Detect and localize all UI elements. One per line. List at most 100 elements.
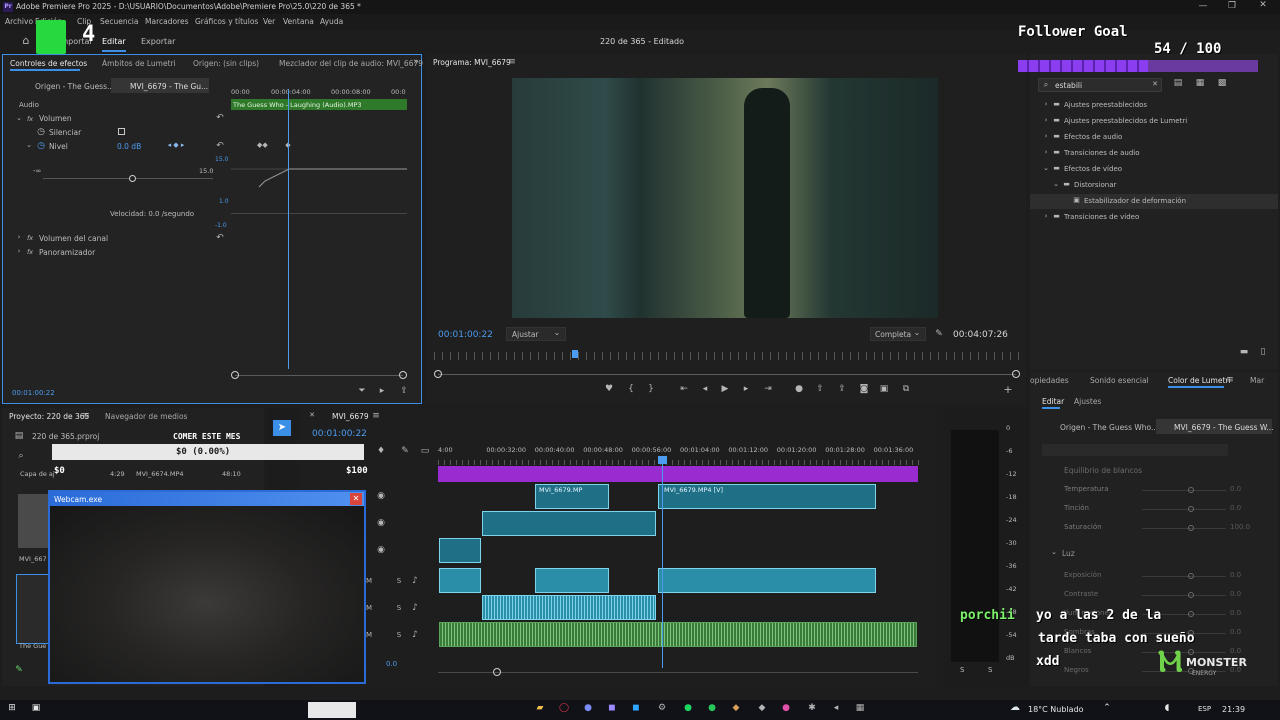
- menu-graficos[interactable]: Gráficos y títulos: [195, 17, 258, 26]
- app-icon[interactable]: ●: [780, 704, 792, 713]
- lumetri-slider-value[interactable]: 0.0: [1230, 504, 1241, 512]
- stopwatch-icon[interactable]: ◷: [37, 128, 45, 137]
- chevron-right-icon[interactable]: ›: [1042, 149, 1050, 156]
- pencil-icon[interactable]: ✎: [14, 666, 24, 675]
- program-timecode[interactable]: 00:01:00:22: [438, 330, 493, 340]
- effects-tree-item[interactable]: › ▬ Ajustes preestablecidos de Lumetri: [1030, 114, 1278, 129]
- reset-icon[interactable]: ↶: [215, 234, 225, 243]
- effects-search[interactable]: ⌕ estabili ✕: [1038, 78, 1162, 92]
- app-icon[interactable]: ▦: [854, 704, 866, 713]
- chevron-right-icon[interactable]: ›: [1042, 133, 1050, 140]
- snap-icon[interactable]: ♦: [376, 447, 386, 456]
- step-back-icon[interactable]: ◂: [700, 385, 710, 394]
- eye-icon[interactable]: ◉: [376, 546, 386, 555]
- audio-clip[interactable]: [658, 568, 876, 593]
- tab-exportar[interactable]: Exportar: [141, 37, 175, 46]
- quality-dropdown[interactable]: Completa ⌄: [870, 327, 926, 341]
- lumetri-slider-handle[interactable]: [1188, 525, 1194, 531]
- lumetri-slider-value[interactable]: 100.0: [1230, 523, 1250, 531]
- solo-icon[interactable]: S: [394, 632, 404, 639]
- purple-bar[interactable]: [438, 466, 918, 482]
- export-icon[interactable]: ⇪: [399, 387, 409, 396]
- menu-icon[interactable]: ≡: [508, 58, 516, 67]
- step-forward-icon[interactable]: ▸: [741, 385, 751, 394]
- new-folder-icon[interactable]: ▬: [1238, 348, 1250, 357]
- new-bin-icon[interactable]: ▤: [1172, 79, 1184, 88]
- tab-properties[interactable]: opiedades: [1030, 376, 1069, 385]
- yuv-icon[interactable]: ▩: [1216, 79, 1228, 88]
- tab-sequence[interactable]: MVI_6679: [332, 412, 369, 421]
- menu-icon[interactable]: ≡: [372, 412, 380, 421]
- multi-icon[interactable]: ⧉: [900, 385, 912, 394]
- music-clip[interactable]: [439, 622, 917, 647]
- whatsapp-icon[interactable]: ●: [706, 704, 718, 713]
- weather-text[interactable]: 18°C Nublado: [1028, 705, 1084, 714]
- mic-icon[interactable]: ♪: [410, 631, 420, 640]
- project-thumb-2[interactable]: [16, 574, 50, 644]
- stopwatch-icon[interactable]: ◷: [37, 142, 45, 151]
- effects-tree-item[interactable]: ⌄ ▬ Distorsionar: [1030, 178, 1278, 193]
- mark-out-icon[interactable]: }: [646, 385, 656, 394]
- wrench-icon[interactable]: ✎: [934, 330, 944, 339]
- chevron-down-icon[interactable]: ⌄: [15, 115, 23, 122]
- timeline-zoom-scroll[interactable]: [438, 672, 918, 673]
- eye-icon[interactable]: ◉: [376, 492, 386, 501]
- tab-lumetri-color[interactable]: Color de Lumetri: [1168, 376, 1231, 385]
- source-clip-selector[interactable]: Origen - The Guess...: [35, 82, 114, 91]
- ec-zoom-scroll[interactable]: [235, 375, 403, 376]
- lumetri-slider-handle[interactable]: [1188, 506, 1194, 512]
- go-to-out-icon[interactable]: ⇥: [762, 385, 774, 394]
- subtab-edit[interactable]: Editar: [1042, 397, 1064, 406]
- effects-tree-item[interactable]: ⌄ ▬ Efectos de vídeo: [1030, 162, 1278, 177]
- taskbar-search-box[interactable]: [308, 702, 356, 718]
- spotify-icon[interactable]: ●: [682, 704, 694, 713]
- linked-icon[interactable]: ✎: [400, 447, 410, 456]
- timeline-playhead-head[interactable]: [658, 456, 667, 464]
- mark-in-icon[interactable]: {: [626, 385, 636, 394]
- bypass-checkbox[interactable]: [118, 128, 125, 135]
- effects-tree-item[interactable]: › ▬ Transiciones de vídeo: [1030, 210, 1278, 225]
- chevron-down-icon[interactable]: ⌄: [1042, 165, 1050, 172]
- lumetri-slider-handle[interactable]: [1188, 592, 1194, 598]
- close-icon[interactable]: ✕: [308, 412, 316, 419]
- ec-timecode[interactable]: 00:01:00:22: [12, 389, 55, 397]
- timeline-zoom-handle[interactable]: [493, 668, 501, 676]
- task-view-icon[interactable]: ▣: [30, 704, 42, 713]
- effects-tree-item[interactable]: ▣ Estabilizador de deformación: [1030, 194, 1278, 209]
- menu-ventana[interactable]: Ventana: [283, 17, 314, 26]
- webcam-titlebar[interactable]: Webcam.exe ✕: [50, 492, 364, 506]
- marker-icon[interactable]: ♥: [604, 385, 614, 394]
- extract-icon[interactable]: ⇪: [836, 385, 848, 394]
- delete-icon[interactable]: ▯: [1258, 348, 1268, 357]
- fit-dropdown[interactable]: Ajustar ⌄: [506, 327, 566, 341]
- clock[interactable]: 21:39: [1222, 705, 1245, 714]
- reset-icon[interactable]: ↶: [215, 142, 225, 151]
- tab-project[interactable]: Proyecto: 220 de 365: [9, 412, 89, 421]
- close-icon[interactable]: ✕: [1256, 1, 1270, 10]
- program-zoom-scroll[interactable]: [438, 374, 1016, 375]
- tab-editar[interactable]: Editar: [102, 37, 126, 46]
- lumetri-slider-handle[interactable]: [1188, 573, 1194, 579]
- settings-icon[interactable]: ⚙: [656, 704, 668, 713]
- compare-icon[interactable]: ▣: [878, 385, 890, 394]
- tab-audio-clip-mixer[interactable]: Mezclador del clip de audio: MVI_6679: [279, 59, 423, 68]
- add-button-icon[interactable]: +: [1002, 384, 1014, 395]
- lumetri-slider-value[interactable]: 0.0: [1230, 590, 1241, 598]
- eye-icon[interactable]: ◉: [376, 519, 386, 528]
- discord-icon[interactable]: ●: [582, 704, 594, 713]
- lumetri-slider-track[interactable]: [1142, 595, 1226, 596]
- app-icon[interactable]: ◆: [756, 704, 768, 713]
- program-zoom-handle[interactable]: [434, 370, 442, 378]
- chevron-down-icon[interactable]: ⌄: [1052, 181, 1060, 188]
- filter-icon[interactable]: ⏷: [357, 387, 367, 396]
- project-thumb-1[interactable]: [18, 494, 50, 548]
- lumetri-seq-clip[interactable]: MVI_6679 - The Guess W...: [1174, 423, 1274, 432]
- lumetri-source-clip[interactable]: Origen - The Guess Who...: [1060, 423, 1158, 432]
- mic-icon[interactable]: ♪: [410, 577, 420, 586]
- webcam-close-icon[interactable]: ✕: [350, 493, 362, 505]
- lumetri-slider-value[interactable]: 0.0: [1230, 609, 1241, 617]
- insert-icon[interactable]: ●: [794, 385, 804, 394]
- photoshop-icon[interactable]: ◼: [630, 704, 642, 713]
- solo-icon[interactable]: S: [394, 578, 404, 585]
- ec-level-value[interactable]: 0.0 dB: [117, 142, 141, 151]
